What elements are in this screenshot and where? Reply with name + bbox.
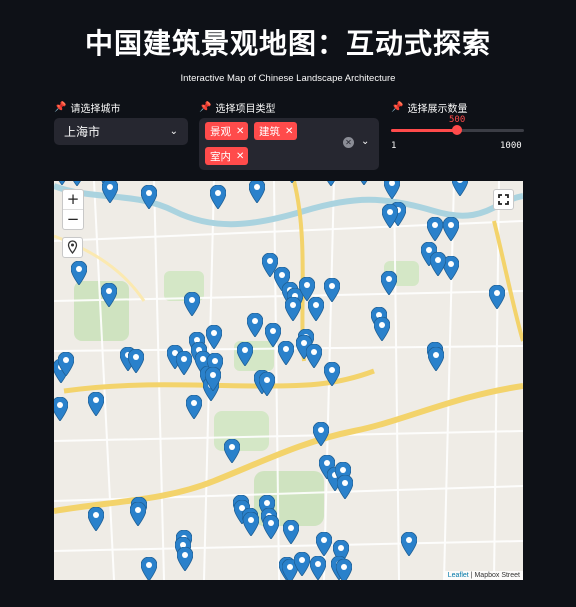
map-marker[interactable] (323, 361, 341, 387)
type-tag-label: 景观 (210, 125, 231, 138)
type-multiselect-label-text: 选择项目类型 (215, 104, 276, 115)
map-marker[interactable] (100, 282, 118, 308)
map-marker[interactable] (223, 438, 241, 464)
city-select-label: 📌 请选择城市 (54, 100, 120, 115)
map-marker[interactable] (54, 181, 70, 186)
map-marker[interactable] (400, 531, 418, 557)
map-marker[interactable] (323, 277, 341, 303)
locate-button[interactable] (62, 237, 83, 258)
close-icon[interactable]: ✕ (236, 126, 244, 137)
map-marker[interactable] (451, 181, 469, 197)
map-marker[interactable] (356, 181, 372, 186)
type-tag-label: 建筑 (259, 125, 280, 138)
type-multiselect[interactable]: 景观 ✕ 建筑 ✕ 室内 ✕ ✕ ⌄ (199, 118, 379, 170)
map-attribution: Leaflet | Mapbox Street (444, 571, 523, 580)
pushpin-icon: 📌 (391, 102, 404, 113)
page-title: 中国建筑景观地图：互动式探索 (84, 27, 491, 60)
type-tag-景观[interactable]: 景观 ✕ (205, 122, 249, 140)
page-subtitle: Interactive Map of Chinese Landscape Arc… (180, 73, 396, 84)
map-marker[interactable] (209, 184, 227, 210)
type-tag-建筑[interactable]: 建筑 ✕ (254, 122, 298, 140)
city-select-value: 上海市 (64, 125, 101, 139)
zoom-control: + − (62, 189, 84, 230)
map-marker[interactable] (277, 340, 295, 366)
map-marker[interactable] (373, 316, 391, 342)
close-icon[interactable]: ✕ (285, 126, 293, 137)
map-marker[interactable] (248, 181, 266, 204)
type-tag-label: 室内 (210, 150, 231, 163)
map-marker[interactable] (54, 396, 69, 422)
map-marker[interactable] (305, 343, 323, 369)
map-marker[interactable] (69, 181, 85, 187)
type-multiselect-label: 📌 选择项目类型 (199, 100, 275, 115)
map-marker[interactable] (101, 181, 119, 204)
type-tag-室内[interactable]: 室内 ✕ (205, 147, 249, 165)
zoom-in-button[interactable]: + (63, 190, 83, 210)
map-marker[interactable] (284, 296, 302, 322)
map-marker[interactable] (427, 346, 445, 372)
map-marker[interactable] (176, 546, 194, 572)
map-marker[interactable] (293, 551, 311, 577)
map-marker[interactable] (429, 251, 447, 277)
map-marker[interactable] (262, 514, 280, 540)
clear-all-icon[interactable]: ✕ (343, 137, 354, 148)
zoom-out-button[interactable]: − (63, 210, 83, 229)
map-marker[interactable] (380, 270, 398, 296)
close-icon[interactable]: ✕ (236, 151, 244, 162)
map-marker[interactable] (488, 284, 506, 310)
map-marker[interactable] (315, 531, 333, 557)
map-marker[interactable] (205, 324, 223, 350)
city-select[interactable]: 上海市 ⌄ (54, 118, 188, 145)
map-marker[interactable] (140, 556, 158, 580)
map-marker[interactable] (185, 394, 203, 420)
map-marker[interactable] (383, 181, 401, 200)
map-marker[interactable] (282, 519, 300, 545)
fullscreen-icon (498, 194, 509, 205)
location-pin-icon (67, 240, 78, 255)
pushpin-icon: 📌 (199, 102, 212, 113)
map-marker[interactable] (258, 371, 276, 397)
chevron-down-icon[interactable]: ⌄ (361, 136, 369, 147)
map-marker[interactable] (312, 421, 330, 447)
map-marker[interactable] (381, 203, 399, 229)
count-slider-label: 📌 选择展示数量 (391, 100, 467, 115)
count-slider-max: 1000 (500, 141, 522, 151)
map-view[interactable]: + − Leaflet | Mapbox Street (54, 181, 523, 580)
map-marker[interactable] (442, 216, 460, 242)
map-marker[interactable] (335, 558, 353, 580)
map-marker[interactable] (70, 260, 88, 286)
map-marker[interactable] (309, 555, 327, 580)
count-slider-label-text: 选择展示数量 (407, 104, 468, 115)
tile-attribution: Mapbox Street (474, 572, 520, 579)
map-marker[interactable] (87, 506, 105, 532)
map-marker[interactable] (204, 366, 222, 392)
leaflet-link[interactable]: Leaflet (448, 572, 469, 579)
pushpin-icon: 📌 (54, 102, 67, 113)
chevron-down-icon[interactable]: ⌄ (170, 126, 178, 137)
map-marker[interactable] (336, 474, 354, 500)
map-marker[interactable] (140, 184, 158, 210)
map-marker[interactable] (57, 351, 75, 377)
count-slider-fill (391, 129, 458, 132)
map-marker[interactable] (87, 391, 105, 417)
count-slider-track[interactable] (391, 125, 524, 135)
map-marker[interactable] (242, 511, 260, 537)
map-marker[interactable] (236, 341, 254, 367)
count-slider-thumb[interactable] (452, 125, 463, 135)
count-slider-value: 500 (449, 115, 466, 125)
fullscreen-button[interactable] (493, 189, 514, 210)
map-marker[interactable] (129, 501, 147, 527)
map-marker[interactable] (284, 181, 300, 184)
map-marker[interactable] (127, 348, 145, 374)
count-slider-min: 1 (391, 141, 397, 151)
city-select-label-text: 请选择城市 (70, 104, 121, 115)
map-marker[interactable] (246, 312, 264, 338)
map-marker[interactable] (307, 296, 325, 322)
map-marker[interactable] (323, 181, 339, 187)
map-marker[interactable] (183, 291, 201, 317)
map-marker[interactable] (426, 216, 444, 242)
